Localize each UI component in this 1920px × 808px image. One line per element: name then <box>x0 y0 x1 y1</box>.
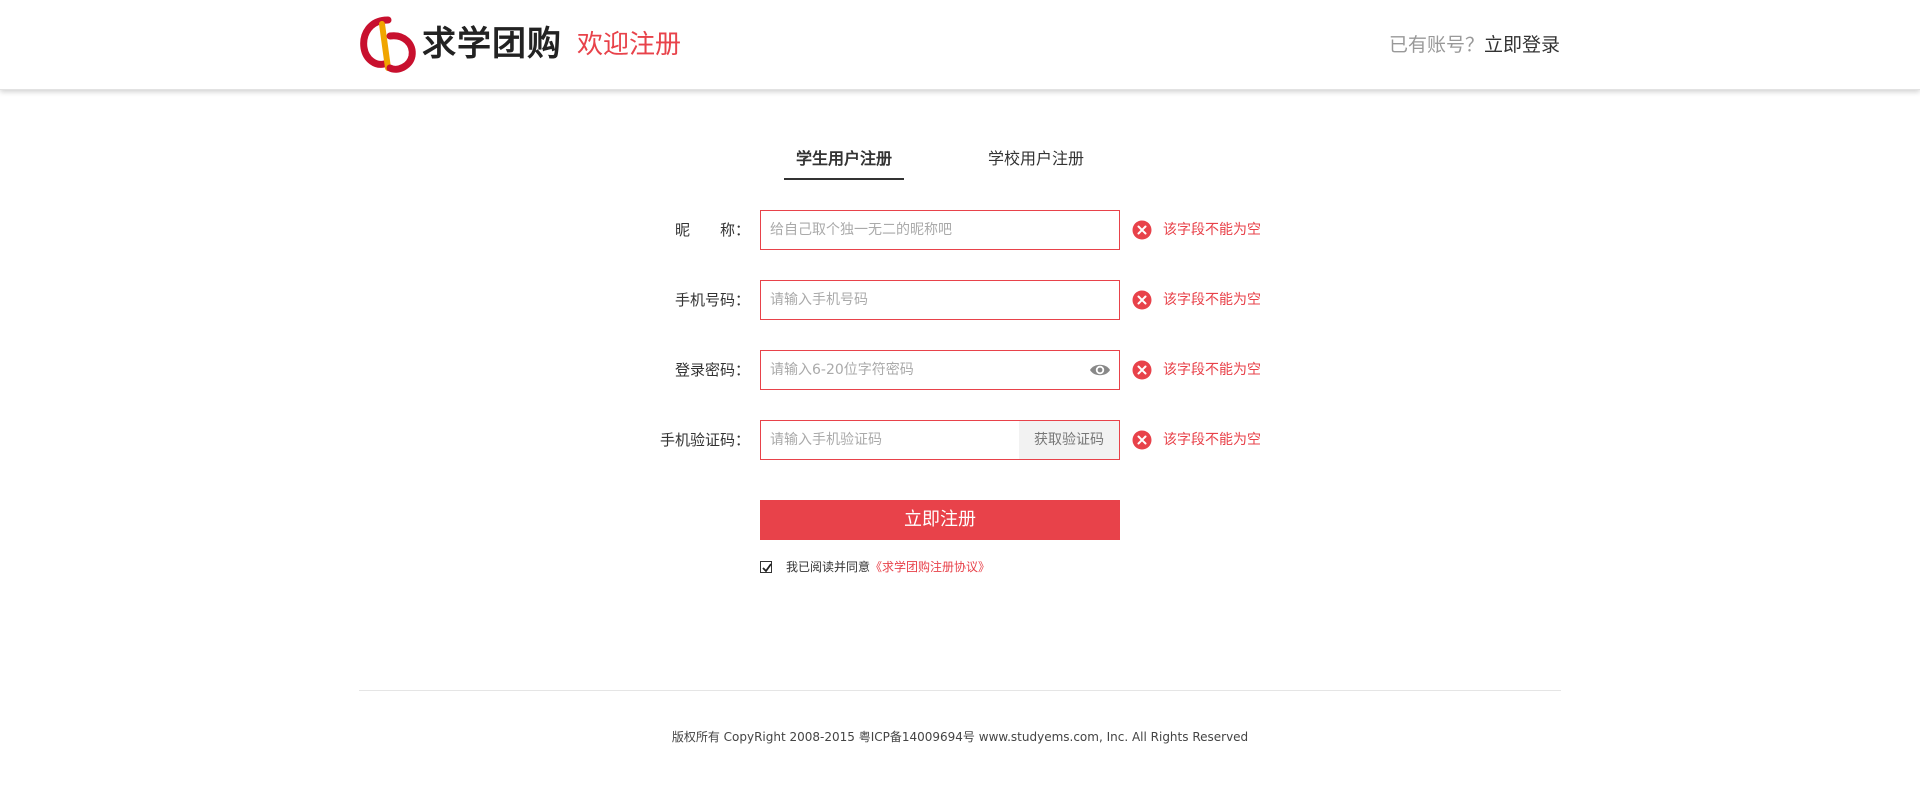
error-icon <box>1132 430 1152 450</box>
copyright-text: 版权所有 CopyRight 2008-2015 粤ICP备14009694号 … <box>671 730 1249 744</box>
logo-icon <box>360 16 416 73</box>
password-field-box <box>760 350 1120 390</box>
error-icon <box>1132 360 1152 380</box>
checkmark-icon <box>762 563 772 573</box>
nickname-input[interactable] <box>761 211 1119 249</box>
sms-code-row: 手机验证码： 获取验证码 该字段不能为空 <box>0 420 1920 460</box>
eye-icon[interactable] <box>1089 361 1111 379</box>
nickname-error: 该字段不能为空 <box>1163 222 1261 238</box>
password-input[interactable] <box>761 351 1119 389</box>
nickname-label: 昵 称： <box>674 221 750 239</box>
phone-row: 手机号码： 该字段不能为空 <box>0 280 1920 320</box>
agreement-link[interactable]: 《求学团购注册协议》 <box>870 560 990 574</box>
phone-error: 该字段不能为空 <box>1163 292 1261 308</box>
error-icon <box>1132 290 1152 310</box>
agreement-text: 我已阅读并同意 <box>786 560 871 574</box>
get-code-button[interactable]: 获取验证码 <box>1019 421 1119 459</box>
login-link[interactable]: 立即登录 <box>1484 34 1560 56</box>
sms-code-input[interactable] <box>761 421 1021 459</box>
welcome-title: 欢迎注册 <box>577 30 682 60</box>
password-row: 登录密码： 该字段不能为空 <box>0 350 1920 390</box>
sms-code-label: 手机验证码： <box>659 431 750 449</box>
agreement-text-wrap: 我已阅读并同意《求学团购注册协议》 <box>786 558 990 576</box>
nickname-field-box <box>760 210 1120 250</box>
error-icon <box>1132 220 1152 240</box>
site-header: 求学团购 欢迎注册 已有账号？立即登录 <box>0 0 1920 90</box>
sms-code-field-box: 获取验证码 <box>760 420 1120 460</box>
agreement-checkbox[interactable] <box>760 561 772 573</box>
phone-field-box <box>760 280 1120 320</box>
phone-label: 手机号码： <box>674 291 750 309</box>
password-error: 该字段不能为空 <box>1163 362 1261 378</box>
have-account-area: 已有账号？立即登录 <box>1389 32 1560 58</box>
have-account-text: 已有账号？ <box>1388 34 1484 56</box>
brand-name: 求学团购 <box>422 24 562 64</box>
password-label: 登录密码： <box>674 361 750 379</box>
phone-input[interactable] <box>761 281 1119 319</box>
tab-school-register[interactable]: 学校用户注册 <box>976 144 1096 180</box>
footer-divider <box>359 690 1561 691</box>
register-button[interactable]: 立即注册 <box>760 500 1120 540</box>
sms-code-error: 该字段不能为空 <box>1163 432 1261 448</box>
nickname-row: 昵 称： 该字段不能为空 <box>0 210 1920 250</box>
tab-student-register[interactable]: 学生用户注册 <box>784 144 904 180</box>
